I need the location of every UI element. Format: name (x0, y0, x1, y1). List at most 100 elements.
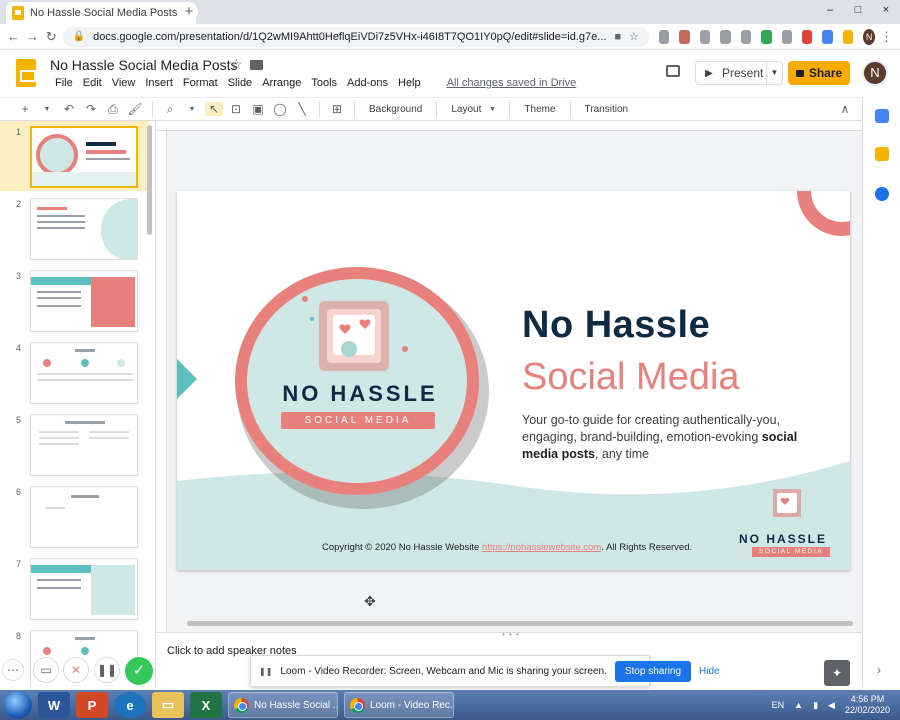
reload-icon[interactable]: ↻ (44, 29, 59, 45)
notes-resize-handle[interactable]: • • • (502, 630, 520, 639)
extension-icon[interactable] (761, 29, 772, 44)
new-tab-button[interactable]: + (180, 3, 198, 21)
filmstrip-scrollbar[interactable] (147, 125, 152, 235)
loom-pause-icon[interactable]: ❚❚ (94, 657, 120, 683)
slides-logo-icon[interactable] (16, 59, 36, 87)
powerpoint-app-icon[interactable]: P (76, 692, 108, 718)
slide-title-line2[interactable]: Social Media (522, 356, 740, 399)
add-comment-icon[interactable]: ⊞ (328, 102, 346, 116)
explore-icon[interactable]: ✦ (824, 660, 850, 686)
share-button[interactable]: Share (788, 61, 850, 85)
menu-arrange[interactable]: Arrange (257, 77, 306, 89)
slide-thumbnail[interactable]: 5 (0, 409, 148, 479)
menu-edit[interactable]: Edit (78, 77, 107, 89)
current-slide[interactable]: NO HASSLE SOCIAL MEDIA No Hassle Social … (177, 191, 850, 570)
menu-format[interactable]: Format (178, 77, 223, 89)
network-icon[interactable]: ▮ (813, 700, 818, 711)
zoom-icon[interactable]: ⌕ (161, 102, 179, 117)
present-button[interactable]: ▶ Present ▼ (695, 61, 783, 85)
menu-insert[interactable]: Insert (140, 77, 178, 89)
slide-thumbnail[interactable]: 1 (0, 121, 148, 191)
text-box-icon[interactable]: ⊡ (227, 102, 245, 116)
calendar-icon[interactable] (875, 109, 889, 123)
stop-sharing-button[interactable]: Stop sharing (614, 660, 692, 682)
menu-file[interactable]: File (50, 77, 78, 89)
new-slide-dropdown-icon[interactable]: ▼ (38, 106, 56, 113)
close-window-button[interactable]: × (872, 0, 900, 20)
profile-avatar[interactable]: N (863, 28, 876, 45)
paint-format-icon[interactable]: 🖌 (126, 102, 144, 116)
save-status[interactable]: All changes saved in Drive (442, 77, 582, 89)
extension-icon[interactable] (658, 29, 670, 44)
loom-more-icon[interactable]: ⋯ (2, 659, 24, 681)
menu-tools[interactable]: Tools (306, 77, 342, 89)
slide-thumbnail[interactable]: 4 (0, 337, 148, 407)
website-link[interactable]: https://nohasslewebsite.com (482, 542, 601, 553)
folder-icon[interactable] (250, 60, 263, 70)
vertical-ruler[interactable] (157, 131, 167, 632)
slide-thumbnail[interactable]: 6 (0, 481, 148, 551)
keep-icon[interactable] (875, 147, 889, 161)
undo-icon[interactable]: ↶ (60, 102, 78, 116)
language-indicator[interactable]: EN (772, 700, 785, 710)
menu-add-ons[interactable]: Add-ons (342, 77, 393, 89)
taskbar-chrome-loom[interactable]: Loom - Video Rec... (344, 692, 454, 718)
redo-icon[interactable]: ↷ (82, 102, 100, 116)
extension-icon[interactable] (679, 29, 690, 44)
browser-tab[interactable]: No Hassle Social Media Posts - G × (6, 2, 196, 24)
loom-finish-icon[interactable]: ✓ (125, 657, 153, 685)
minimize-button[interactable]: – (816, 0, 844, 20)
image-icon[interactable]: ▣ (249, 102, 267, 116)
layout-dropdown-icon[interactable]: ▼ (483, 106, 501, 113)
volume-icon[interactable]: ◀ (828, 700, 835, 711)
start-button[interactable] (4, 691, 32, 719)
document-title[interactable]: No Hassle Social Media Posts (50, 57, 238, 73)
internet-explorer-icon[interactable]: e (114, 692, 146, 718)
menu-view[interactable]: View (107, 77, 141, 89)
menu-help[interactable]: Help (393, 77, 426, 89)
canvas-scrollbar[interactable] (187, 621, 853, 626)
expand-panel-icon[interactable]: › (877, 663, 881, 677)
present-dropdown-icon[interactable]: ▼ (766, 62, 782, 84)
forward-icon[interactable]: → (25, 29, 40, 44)
slide-thumbnail[interactable]: 3 (0, 265, 148, 335)
background-button[interactable]: Background (363, 104, 428, 115)
theme-button[interactable]: Theme (518, 104, 561, 115)
select-pointer-icon[interactable]: ↖ (205, 102, 223, 116)
new-slide-icon[interactable]: + (16, 102, 34, 116)
maximize-button[interactable]: □ (844, 0, 872, 20)
collapse-menus-icon[interactable]: ∧ (836, 102, 854, 116)
extension-icon[interactable] (699, 29, 711, 44)
star-icon[interactable]: ☆ (230, 56, 243, 73)
address-bar[interactable]: 🔒 docs.google.com/presentation/d/1Q2wMI9… (62, 26, 649, 47)
print-icon[interactable]: ⎙ (104, 102, 122, 117)
line-icon[interactable]: ╲ (293, 102, 311, 116)
horizontal-ruler[interactable] (157, 121, 862, 131)
loom-camera-icon[interactable]: ▭ (33, 657, 59, 683)
layout-button[interactable]: Layout (445, 104, 487, 115)
shape-icon[interactable]: ◯ (271, 102, 289, 116)
word-app-icon[interactable]: W (38, 692, 70, 718)
transition-button[interactable]: Transition (579, 104, 635, 115)
extension-icon[interactable] (781, 29, 792, 44)
browser-menu-icon[interactable]: ⋮ (879, 29, 894, 45)
extension-icon[interactable] (720, 29, 731, 44)
camera-icon[interactable]: ■ (614, 31, 621, 43)
slide-thumbnail[interactable]: 7 (0, 553, 148, 623)
system-clock[interactable]: 4:56 PM 22/02/2020 (845, 694, 890, 716)
extension-icon[interactable] (801, 29, 813, 44)
hide-button[interactable]: Hide (699, 666, 720, 677)
loom-cancel-icon[interactable]: ✕ (63, 657, 89, 683)
copyright-footer[interactable]: Copyright © 2020 No Hassle Website https… (322, 542, 692, 553)
slide-title-line1[interactable]: No Hassle (522, 304, 710, 347)
slide-subtitle[interactable]: Your go-to guide for creating authentica… (522, 412, 822, 463)
taskbar-chrome-docs[interactable]: No Hassle Social ... (228, 692, 338, 718)
zoom-dropdown-icon[interactable]: ▼ (183, 106, 201, 113)
tray-arrow-icon[interactable]: ▲ (794, 700, 803, 710)
extension-icon[interactable] (740, 29, 752, 44)
account-avatar[interactable]: N (862, 60, 888, 86)
menu-slide[interactable]: Slide (223, 77, 257, 89)
tasks-icon[interactable] (875, 187, 889, 201)
slide-thumbnail[interactable]: 2 (0, 193, 148, 263)
extension-icon[interactable] (842, 29, 854, 44)
